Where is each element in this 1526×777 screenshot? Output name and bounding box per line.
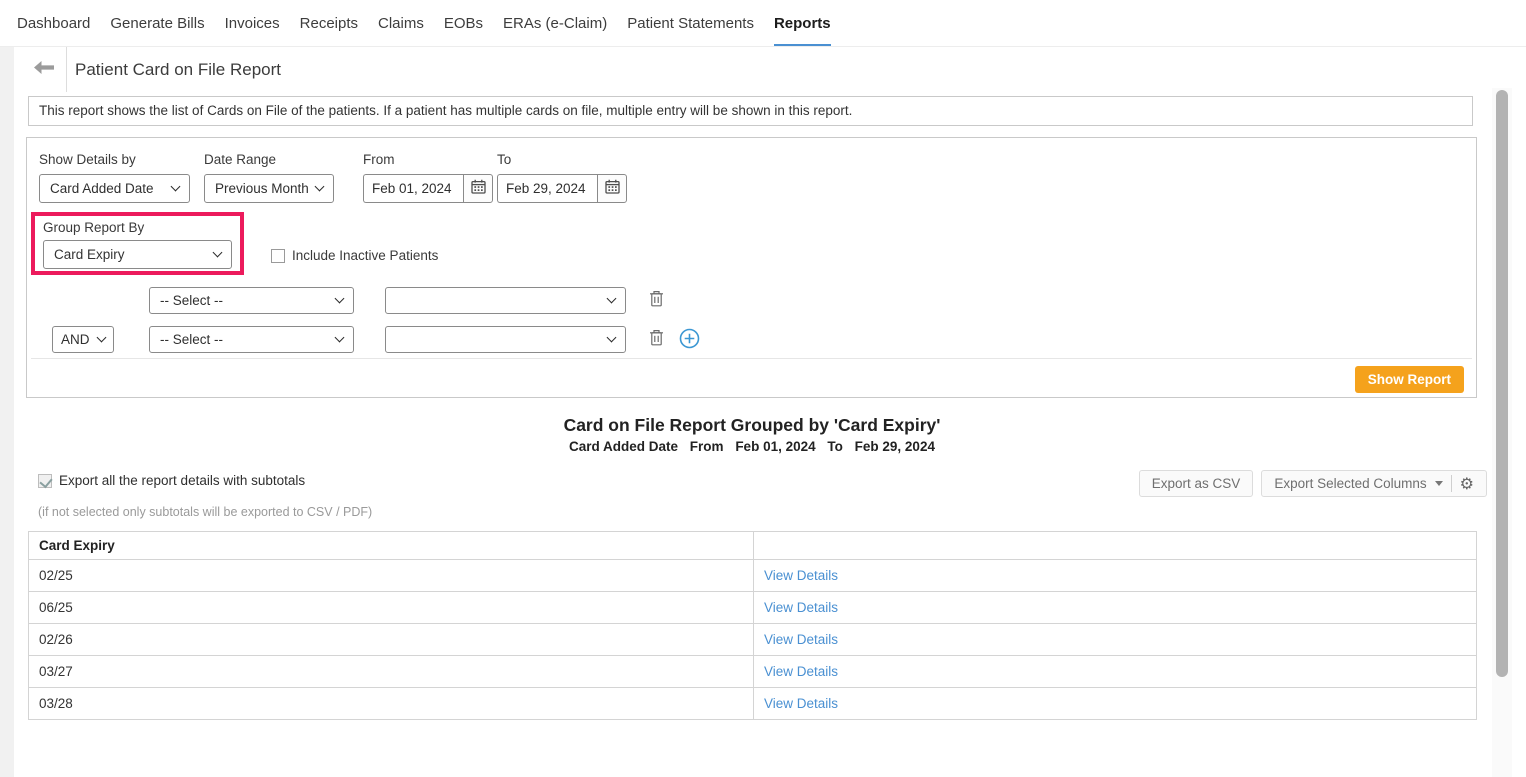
view-details-link[interactable]: View Details <box>764 664 838 679</box>
left-gutter <box>0 47 14 777</box>
view-details-link[interactable]: View Details <box>764 632 838 647</box>
include-inactive-checkbox[interactable] <box>271 249 285 263</box>
card-expiry-cell: 02/26 <box>29 624 754 656</box>
subtitle-from-label: From <box>690 439 724 454</box>
trash-icon <box>649 290 664 310</box>
nav-tab-eobs[interactable]: EOBs <box>444 0 483 46</box>
chevron-down-icon <box>607 294 617 304</box>
table-header-row: Card Expiry <box>29 532 1477 560</box>
trash-icon <box>649 329 664 349</box>
condition-1-field-select[interactable]: -- Select -- <box>149 287 354 314</box>
add-condition-button[interactable] <box>679 328 700 352</box>
nav-tab-reports[interactable]: Reports <box>774 0 831 46</box>
nav-tab-receipts[interactable]: Receipts <box>300 0 358 46</box>
arrow-left-icon <box>34 61 54 79</box>
show-details-by-select[interactable]: Card Added Date <box>39 174 190 203</box>
export-details-label: Export all the report details with subto… <box>59 473 305 488</box>
export-details-row: Export all the report details with subto… <box>38 473 305 488</box>
plus-circle-icon <box>679 328 700 352</box>
card-expiry-cell: 06/25 <box>29 592 754 624</box>
to-date-label: To <box>497 152 511 167</box>
date-range-label: Date Range <box>204 152 276 167</box>
page-title: Patient Card on File Report <box>73 47 281 92</box>
chevron-down-icon <box>335 294 345 304</box>
chevron-down-icon <box>335 333 345 343</box>
subtitle-prefix: Card Added Date <box>569 439 678 454</box>
group-report-by-highlight: Group Report By Card Expiry <box>31 212 244 275</box>
view-details-link[interactable]: View Details <box>764 600 838 615</box>
caret-down-icon <box>1435 481 1443 486</box>
top-nav: Dashboard Generate Bills Invoices Receip… <box>0 0 1526 47</box>
export-details-checkbox[interactable] <box>38 474 52 488</box>
report-title: Card on File Report Grouped by 'Card Exp… <box>14 415 1490 436</box>
view-details-link[interactable]: View Details <box>764 568 838 583</box>
nav-tab-dashboard[interactable]: Dashboard <box>17 0 90 46</box>
card-expiry-column-header: Card Expiry <box>29 532 754 560</box>
show-details-by-label: Show Details by <box>39 152 136 167</box>
report-table: Card Expiry 02/25 View Details 06/25 Vie… <box>28 531 1477 720</box>
gear-icon[interactable]: ⚙ <box>1460 476 1474 492</box>
subtitle-from-value: Feb 01, 2024 <box>735 439 815 454</box>
page-header: Patient Card on File Report <box>14 47 1490 92</box>
report-subtitle: Card Added Date From Feb 01, 2024 To Feb… <box>14 439 1490 454</box>
group-report-by-select[interactable]: Card Expiry <box>43 240 232 269</box>
export-note: (if not selected only subtotals will be … <box>38 505 1490 519</box>
table-row: 06/25 View Details <box>29 592 1477 624</box>
panel-separator <box>31 358 1472 359</box>
condition-2-field-select[interactable]: -- Select -- <box>149 326 354 353</box>
show-report-button[interactable]: Show Report <box>1355 366 1464 393</box>
export-controls: Export all the report details with subto… <box>28 470 1487 498</box>
condition-2-operator-select[interactable]: AND <box>52 326 114 353</box>
from-calendar-button[interactable] <box>463 174 493 203</box>
card-expiry-cell: 02/25 <box>29 560 754 592</box>
subtitle-to-label: To <box>827 439 843 454</box>
calendar-icon <box>471 179 486 199</box>
table-row: 02/25 View Details <box>29 560 1477 592</box>
chevron-down-icon <box>315 182 325 192</box>
condition-1-delete-button[interactable] <box>649 290 664 310</box>
card-expiry-cell: 03/27 <box>29 656 754 688</box>
from-date-label: From <box>363 152 395 167</box>
chevron-down-icon <box>607 333 617 343</box>
header-divider <box>66 47 67 92</box>
subtitle-to-value: Feb 29, 2024 <box>855 439 935 454</box>
card-expiry-cell: 03/28 <box>29 688 754 720</box>
table-row: 02/26 View Details <box>29 624 1477 656</box>
main-content: Patient Card on File Report This report … <box>14 47 1490 777</box>
table-row: 03/28 View Details <box>29 688 1477 720</box>
back-button[interactable] <box>28 47 60 92</box>
date-range-select[interactable]: Previous Month <box>204 174 334 203</box>
export-csv-button[interactable]: Export as CSV <box>1139 470 1254 497</box>
nav-tab-generate-bills[interactable]: Generate Bills <box>110 0 204 46</box>
report-description: This report shows the list of Cards on F… <box>28 96 1473 126</box>
button-divider <box>1451 475 1452 492</box>
scrollbar-thumb[interactable] <box>1496 90 1508 677</box>
chevron-down-icon <box>97 333 107 343</box>
chevron-down-icon <box>213 248 223 258</box>
condition-2-value-select[interactable] <box>385 326 626 353</box>
actions-column-header <box>754 532 1477 560</box>
nav-tab-claims[interactable]: Claims <box>378 0 424 46</box>
include-inactive-label: Include Inactive Patients <box>292 248 438 263</box>
view-details-link[interactable]: View Details <box>764 696 838 711</box>
scrollbar-track[interactable] <box>1492 88 1512 777</box>
chevron-down-icon <box>171 182 181 192</box>
filter-panel: Show Details by Card Added Date Date Ran… <box>26 137 1477 398</box>
calendar-icon <box>605 179 620 199</box>
condition-2-delete-button[interactable] <box>649 329 664 349</box>
nav-tab-eras[interactable]: ERAs (e-Claim) <box>503 0 607 46</box>
from-date-input[interactable] <box>363 174 463 203</box>
include-inactive-row: Include Inactive Patients <box>271 248 438 263</box>
to-calendar-button[interactable] <box>597 174 627 203</box>
export-selected-columns-button[interactable]: Export Selected Columns ⚙ <box>1261 470 1487 497</box>
condition-1-value-select[interactable] <box>385 287 626 314</box>
group-report-by-label: Group Report By <box>43 220 232 235</box>
to-date-input[interactable] <box>497 174 597 203</box>
nav-tab-patient-statements[interactable]: Patient Statements <box>627 0 754 46</box>
nav-tab-invoices[interactable]: Invoices <box>225 0 280 46</box>
table-row: 03/27 View Details <box>29 656 1477 688</box>
